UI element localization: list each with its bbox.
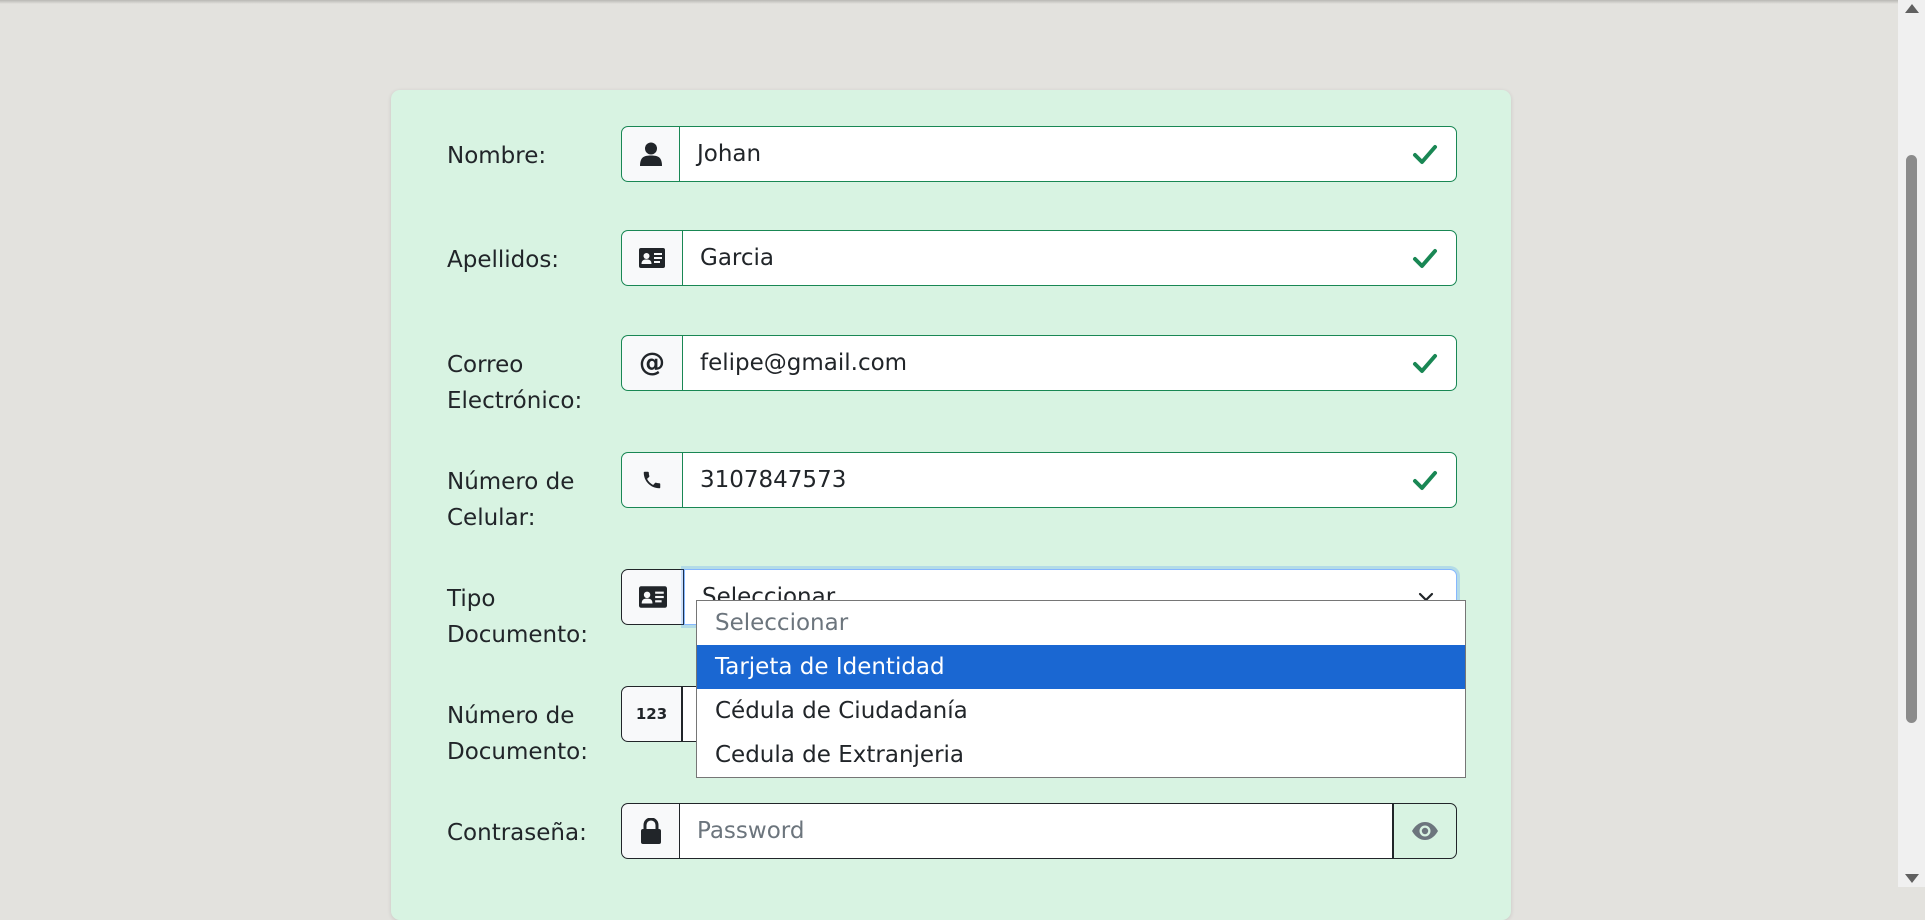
celular-value: 3107847573 bbox=[700, 467, 847, 493]
apellidos-input[interactable]: Garcia bbox=[682, 230, 1457, 286]
label-numero-documento: Número de Documento: bbox=[447, 698, 597, 770]
correo-value: felipe@gmail.com bbox=[700, 350, 908, 376]
label-numdoc-line2: Documento: bbox=[447, 739, 588, 765]
scroll-up-arrow-icon[interactable] bbox=[1905, 4, 1919, 13]
top-shadow bbox=[0, 0, 1898, 4]
id-card-icon bbox=[621, 569, 684, 625]
numbers-icon-text: 123 bbox=[635, 705, 668, 723]
label-correo-line1: Correo bbox=[447, 352, 524, 378]
nombre-input[interactable]: Johan bbox=[679, 126, 1457, 182]
label-correo-line2: Electrónico: bbox=[447, 388, 583, 414]
apellidos-value: Garcia bbox=[700, 245, 774, 271]
phone-icon bbox=[621, 452, 682, 508]
label-correo: Correo Electrónico: bbox=[447, 347, 597, 419]
vertical-scrollbar[interactable] bbox=[1898, 0, 1925, 887]
label-tipo-line1: Tipo bbox=[447, 586, 496, 612]
nombre-input-group: Johan bbox=[621, 126, 1457, 182]
dropdown-option-seleccionar[interactable]: Seleccionar bbox=[697, 601, 1465, 645]
user-icon bbox=[621, 126, 679, 182]
password-input[interactable]: Password bbox=[679, 803, 1393, 859]
correo-input-group: @ felipe@gmail.com bbox=[621, 335, 1457, 391]
nombre-value: Johan bbox=[697, 141, 762, 167]
label-contrasena: Contraseña: bbox=[447, 820, 587, 846]
celular-input[interactable]: 3107847573 bbox=[682, 452, 1457, 508]
label-celular: Número de Celular: bbox=[447, 464, 597, 536]
apellidos-input-group: Garcia bbox=[621, 230, 1457, 286]
label-numdoc-line1: Número de bbox=[447, 703, 575, 729]
scroll-down-arrow-icon[interactable] bbox=[1905, 874, 1919, 883]
toggle-password-button[interactable] bbox=[1393, 803, 1457, 859]
dropdown-option-cedula-extranjeria[interactable]: Cedula de Extranjeria bbox=[697, 733, 1465, 777]
id-card-icon bbox=[621, 230, 682, 286]
numbers-icon: 123 bbox=[621, 686, 682, 742]
label-tipo-line2: Documento: bbox=[447, 622, 588, 648]
label-celular-line1: Número de bbox=[447, 469, 575, 495]
check-icon bbox=[1413, 145, 1437, 164]
dropdown-option-tarjeta-identidad[interactable]: Tarjeta de Identidad bbox=[697, 645, 1465, 689]
label-celular-line2: Celular: bbox=[447, 505, 536, 531]
check-icon bbox=[1413, 249, 1437, 268]
label-apellidos: Apellidos: bbox=[447, 247, 560, 273]
label-tipo-documento: Tipo Documento: bbox=[447, 581, 597, 653]
eye-icon bbox=[1412, 822, 1438, 840]
check-icon bbox=[1413, 354, 1437, 373]
scrollbar-thumb[interactable] bbox=[1906, 155, 1917, 723]
correo-input[interactable]: felipe@gmail.com bbox=[682, 335, 1457, 391]
label-nombre: Nombre: bbox=[447, 143, 547, 169]
password-placeholder: Password bbox=[697, 818, 805, 844]
at-icon: @ bbox=[621, 335, 682, 391]
celular-input-group: 3107847573 bbox=[621, 452, 1457, 508]
lock-icon bbox=[621, 803, 679, 859]
dropdown-option-cedula-ciudadania[interactable]: Cédula de Ciudadanía bbox=[697, 689, 1465, 733]
tipo-documento-dropdown-list: Seleccionar Tarjeta de Identidad Cédula … bbox=[696, 600, 1466, 778]
check-icon bbox=[1413, 471, 1437, 490]
contrasena-input-group: Password bbox=[621, 803, 1457, 859]
